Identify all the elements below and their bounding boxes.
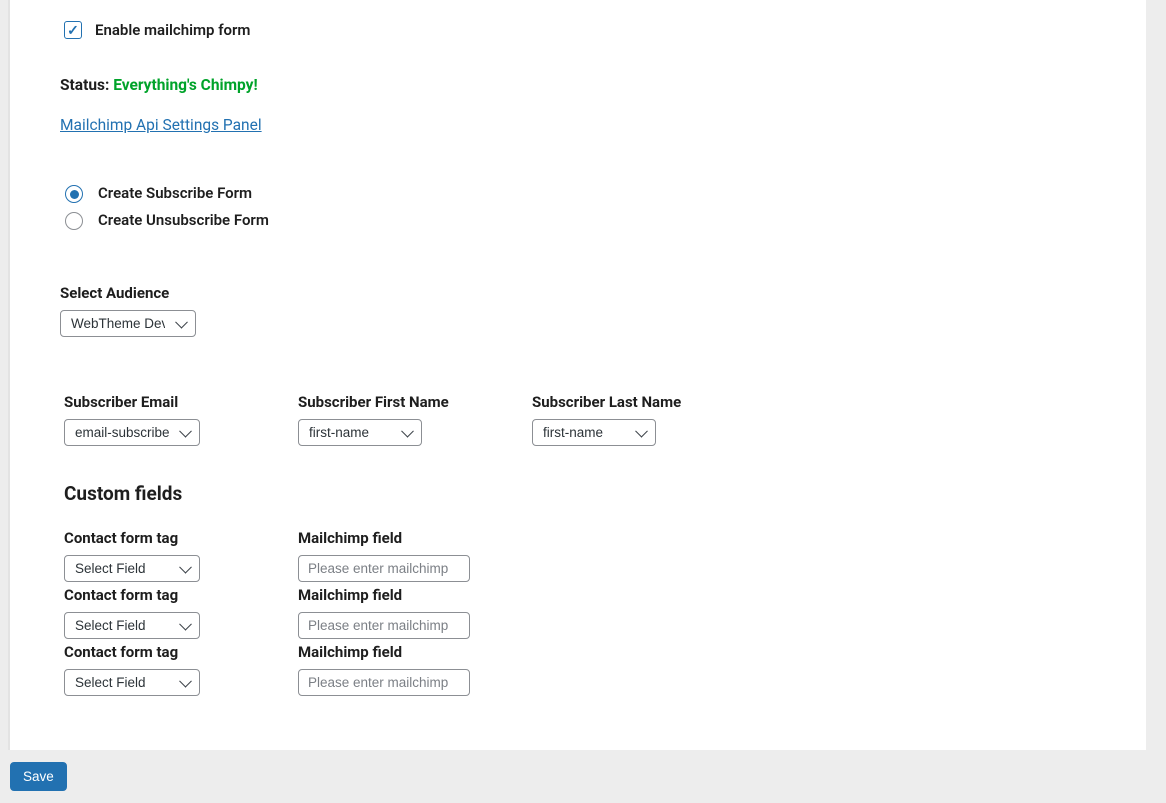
enable-mailchimp-checkbox[interactable] — [64, 21, 82, 39]
api-settings-link[interactable]: Mailchimp Api Settings Panel — [60, 116, 262, 134]
subscriber-last-name-select-wrap: first-name — [532, 419, 656, 446]
custom-field-row-3: Contact form tag Select Field Mailchimp … — [60, 643, 1146, 696]
enable-mailchimp-row: Enable mailchimp form — [60, 0, 1146, 42]
cf-field-label-3: Mailchimp field — [298, 643, 492, 661]
cf-tag-select-2[interactable]: Select Field — [64, 612, 200, 639]
save-bar: Save — [0, 750, 1166, 803]
subscriber-email-col: Subscriber Email email-subscribe — [64, 393, 258, 446]
radio-unsubscribe-label: Create Unsubscribe Form — [98, 211, 269, 229]
cf-tag-label-2: Contact form tag — [64, 586, 258, 604]
radio-subscribe-label: Create Subscribe Form — [98, 184, 252, 202]
subscriber-email-select[interactable]: email-subscribe — [64, 419, 200, 446]
cf-tag-select-3[interactable]: Select Field — [64, 669, 200, 696]
subscriber-last-name-select[interactable]: first-name — [532, 419, 656, 446]
save-button[interactable]: Save — [10, 762, 67, 791]
audience-select-wrap: WebTheme Dev — [60, 310, 196, 337]
radio-unsubscribe[interactable] — [65, 212, 83, 230]
cf-field-label-1: Mailchimp field — [298, 529, 492, 547]
subscriber-last-name-col: Subscriber Last Name first-name — [532, 393, 726, 446]
mailchimp-settings-panel: Enable mailchimp form Status: Everything… — [8, 0, 1146, 750]
cf-tag-select-1[interactable]: Select Field — [64, 555, 200, 582]
status-label: Status: — [60, 76, 113, 94]
subscriber-last-name-label: Subscriber Last Name — [532, 393, 726, 411]
subscriber-email-select-wrap: email-subscribe — [64, 419, 200, 446]
custom-field-row-1: Contact form tag Select Field Mailchimp … — [60, 529, 1146, 582]
cf-tag-select-wrap-3: Select Field — [64, 669, 200, 696]
status-line: Status: Everything's Chimpy! — [60, 76, 1146, 94]
cf-tag-select-wrap-1: Select Field — [64, 555, 200, 582]
custom-field-row-2: Contact form tag Select Field Mailchimp … — [60, 586, 1146, 639]
cf-field-input-3[interactable] — [298, 669, 470, 696]
audience-select[interactable]: WebTheme Dev — [60, 310, 196, 337]
radio-unsubscribe-option[interactable]: Create Unsubscribe Form — [60, 209, 1146, 230]
subscriber-fields-row: Subscriber Email email-subscribe Subscri… — [60, 393, 1146, 446]
subscriber-first-name-select[interactable]: first-name — [298, 419, 422, 446]
subscriber-first-name-col: Subscriber First Name first-name — [298, 393, 492, 446]
cf-tag-select-wrap-2: Select Field — [64, 612, 200, 639]
enable-mailchimp-label: Enable mailchimp form — [95, 21, 250, 39]
subscriber-email-label: Subscriber Email — [64, 393, 258, 411]
subscriber-first-name-label: Subscriber First Name — [298, 393, 492, 411]
status-value: Everything's Chimpy! — [113, 76, 257, 94]
cf-tag-label-3: Contact form tag — [64, 643, 258, 661]
cf-tag-label-1: Contact form tag — [64, 529, 258, 547]
custom-fields-title: Custom fields — [60, 482, 1146, 505]
cf-field-input-2[interactable] — [298, 612, 470, 639]
radio-subscribe[interactable] — [65, 185, 83, 203]
subscriber-first-name-select-wrap: first-name — [298, 419, 422, 446]
radio-subscribe-option[interactable]: Create Subscribe Form — [60, 182, 1146, 203]
audience-label: Select Audience — [60, 284, 1146, 302]
cf-field-label-2: Mailchimp field — [298, 586, 492, 604]
form-type-group: Create Subscribe Form Create Unsubscribe… — [60, 182, 1146, 230]
cf-field-input-1[interactable] — [298, 555, 470, 582]
